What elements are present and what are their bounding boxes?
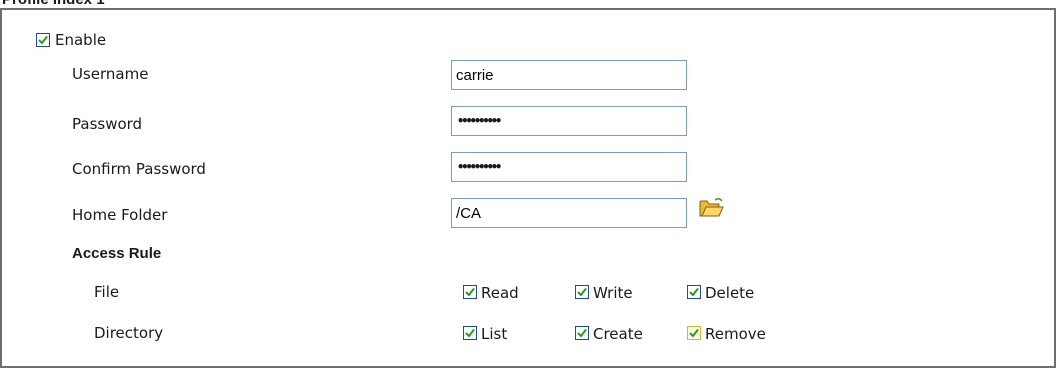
file-label: File [94,283,120,301]
password-mask: •••••••••• [457,114,502,128]
delete-checkbox[interactable] [687,285,701,299]
checkmark-icon [577,287,587,297]
enable-checkbox[interactable] [36,33,50,47]
confirm-password-label: Confirm Password [72,160,206,178]
enable-label: Enable [55,31,107,49]
checkmark-icon [689,328,699,338]
write-label: Write [593,284,633,302]
create-checkbox[interactable] [575,326,589,340]
list-checkbox[interactable] [463,326,477,340]
password-label: Password [72,115,143,133]
folder-open-icon[interactable] [698,197,724,219]
delete-label: Delete [705,284,755,302]
confirm-password-input[interactable]: •••••••••• [451,152,687,182]
list-label: List [481,325,508,343]
home-folder-label: Home Folder [72,206,168,224]
password-input[interactable]: •••••••••• [451,106,687,136]
checkmark-icon [465,328,475,338]
directory-label: Directory [94,324,164,342]
write-checkbox[interactable] [575,285,589,299]
read-label: Read [481,284,519,302]
remove-label: Remove [705,325,766,343]
checkmark-icon [577,328,587,338]
remove-checkbox[interactable] [687,326,701,340]
checkmark-icon [689,287,699,297]
checkmark-icon [465,287,475,297]
read-checkbox[interactable] [463,285,477,299]
username-label: Username [72,65,149,83]
access-rule-title: Access Rule [72,245,162,262]
create-label: Create [593,325,643,343]
username-input[interactable] [451,60,687,90]
home-folder-input[interactable] [451,198,687,228]
checkmark-icon [38,35,48,45]
confirm-password-mask: •••••••••• [457,160,502,174]
